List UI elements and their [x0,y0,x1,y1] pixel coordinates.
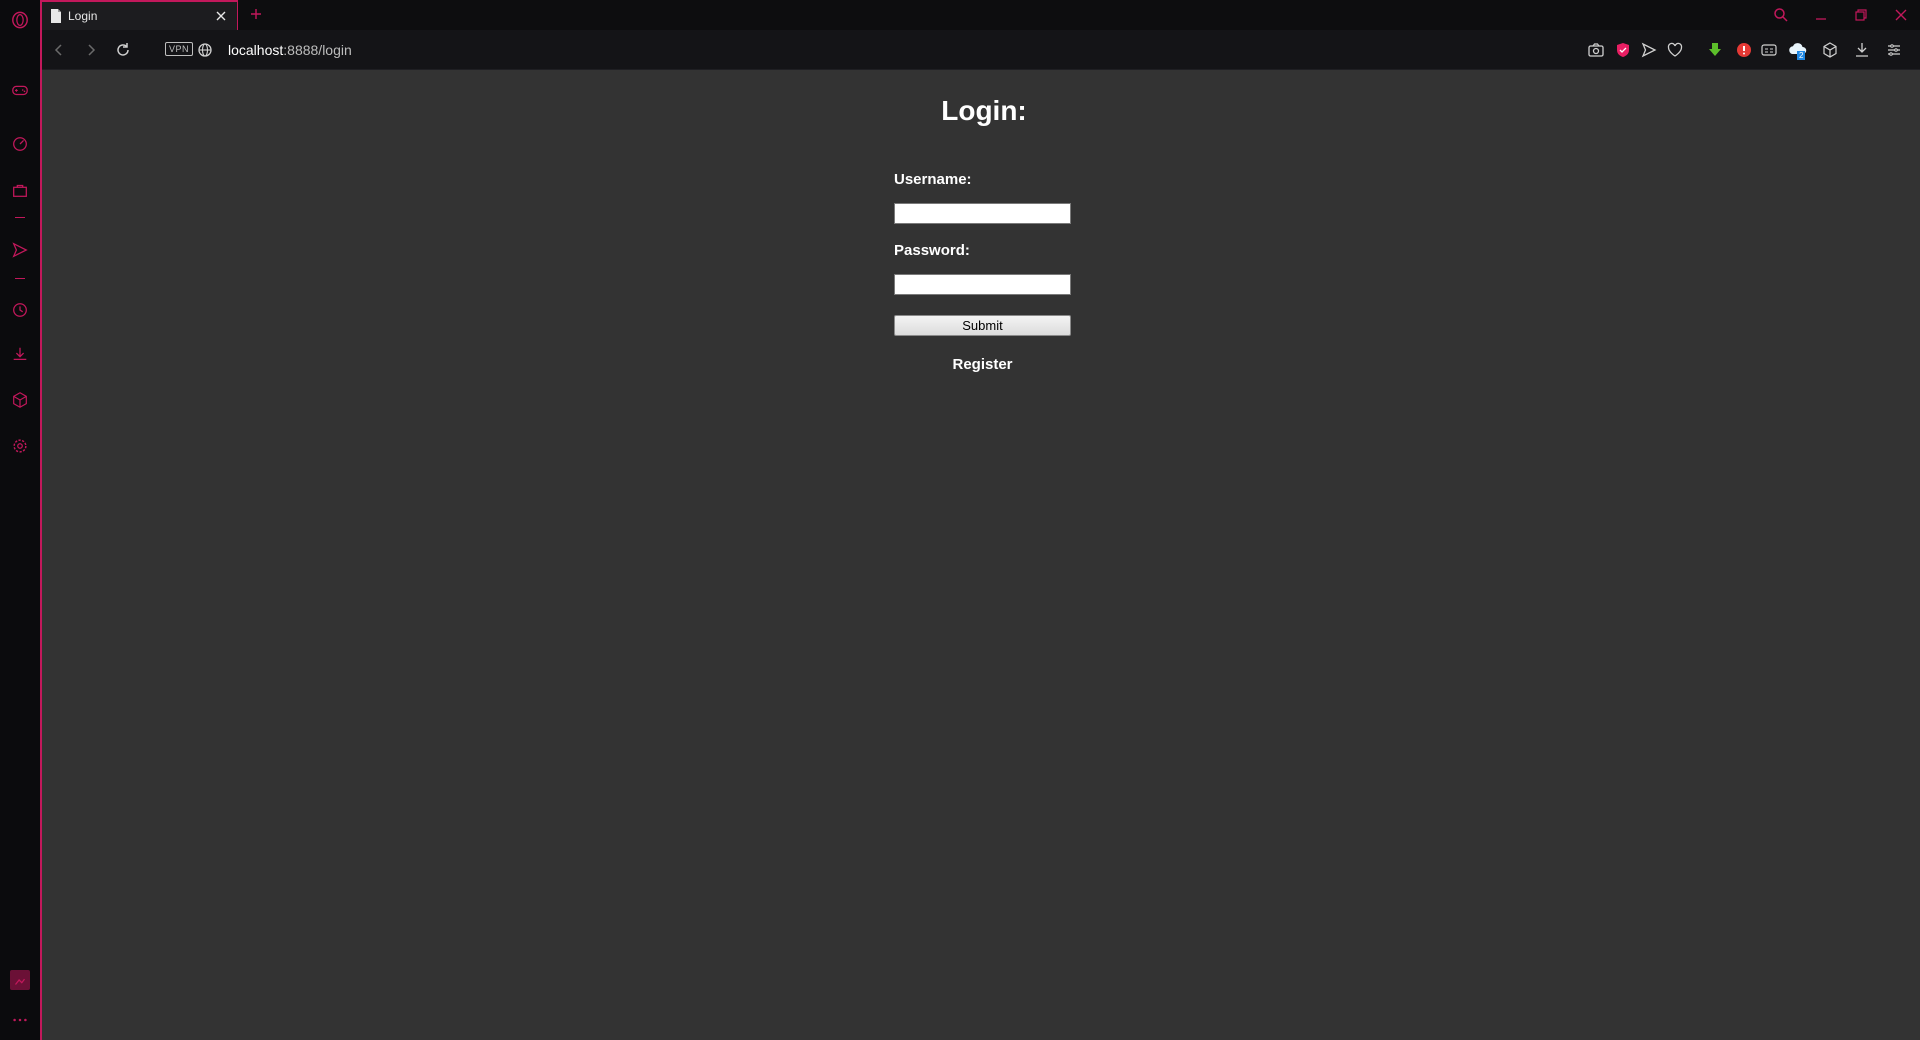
restore-icon[interactable] [1852,6,1870,24]
history-clock-icon[interactable] [10,300,30,320]
downloads-icon[interactable] [10,344,30,364]
download-arrow-icon[interactable] [1706,41,1724,59]
reload-icon[interactable] [114,41,132,59]
close-tab-icon[interactable] [213,8,229,24]
shield-icon[interactable] [1614,41,1632,59]
search-tabs-icon[interactable] [1772,6,1790,24]
more-dots-icon[interactable] [10,1010,30,1030]
send-icon[interactable] [10,240,30,260]
adblock-icon[interactable] [1735,41,1753,59]
downloads-icon[interactable] [1853,41,1871,59]
gamepad-icon[interactable] [10,80,30,100]
cube-icon[interactable] [1821,41,1839,59]
url-path: :8888/login [283,42,352,58]
globe-icon[interactable] [196,41,214,59]
url-host: localhost [228,42,284,58]
register-link[interactable]: Register [894,356,1071,373]
cube-icon[interactable] [10,390,30,410]
forward-icon[interactable] [82,41,100,59]
address-bar[interactable]: localhost:8888/login [228,41,352,59]
settings-gear-icon[interactable] [10,436,30,456]
password-label: Password: [894,242,970,259]
minimize-icon[interactable] [1812,6,1830,24]
submit-button[interactable]: Submit [894,315,1071,336]
page-viewport: Login: Username: Password: Submit Regist… [42,70,1920,1040]
shop-bag-icon[interactable] [10,180,30,200]
sidebar-divider [15,278,25,279]
address-toolbar: VPN localhost:8888/login 2 [42,30,1920,70]
send-icon[interactable] [1640,41,1658,59]
browser-sidebar [0,0,41,1040]
close-window-icon[interactable] [1892,6,1910,24]
cloud-badge: 2 [1797,51,1806,60]
heart-icon[interactable] [1666,41,1684,59]
browser-frame: Login VPN localhost:8888/login 2 Login: … [40,0,1920,1040]
cloud-extension[interactable]: 2 [1787,40,1809,62]
username-input[interactable] [894,203,1071,224]
password-input[interactable] [894,274,1071,295]
vpn-badge[interactable]: VPN [165,42,194,56]
menu-icon[interactable] [1885,41,1903,59]
tab-login[interactable]: Login [42,0,238,30]
sidebar-divider [15,217,25,218]
tab-title: Login [68,9,98,23]
picture-icon[interactable] [10,970,30,990]
page-title: Login: [941,95,1027,126]
opera-logo-icon[interactable] [10,10,30,30]
tab-bar: Login [42,0,1920,30]
document-icon [51,9,61,23]
camera-icon[interactable] [1587,41,1605,59]
username-label: Username: [894,171,972,188]
back-icon[interactable] [50,41,68,59]
new-tab-icon[interactable] [248,6,264,22]
speed-dial-icon[interactable] [10,134,30,154]
reader-icon[interactable] [1760,41,1778,59]
